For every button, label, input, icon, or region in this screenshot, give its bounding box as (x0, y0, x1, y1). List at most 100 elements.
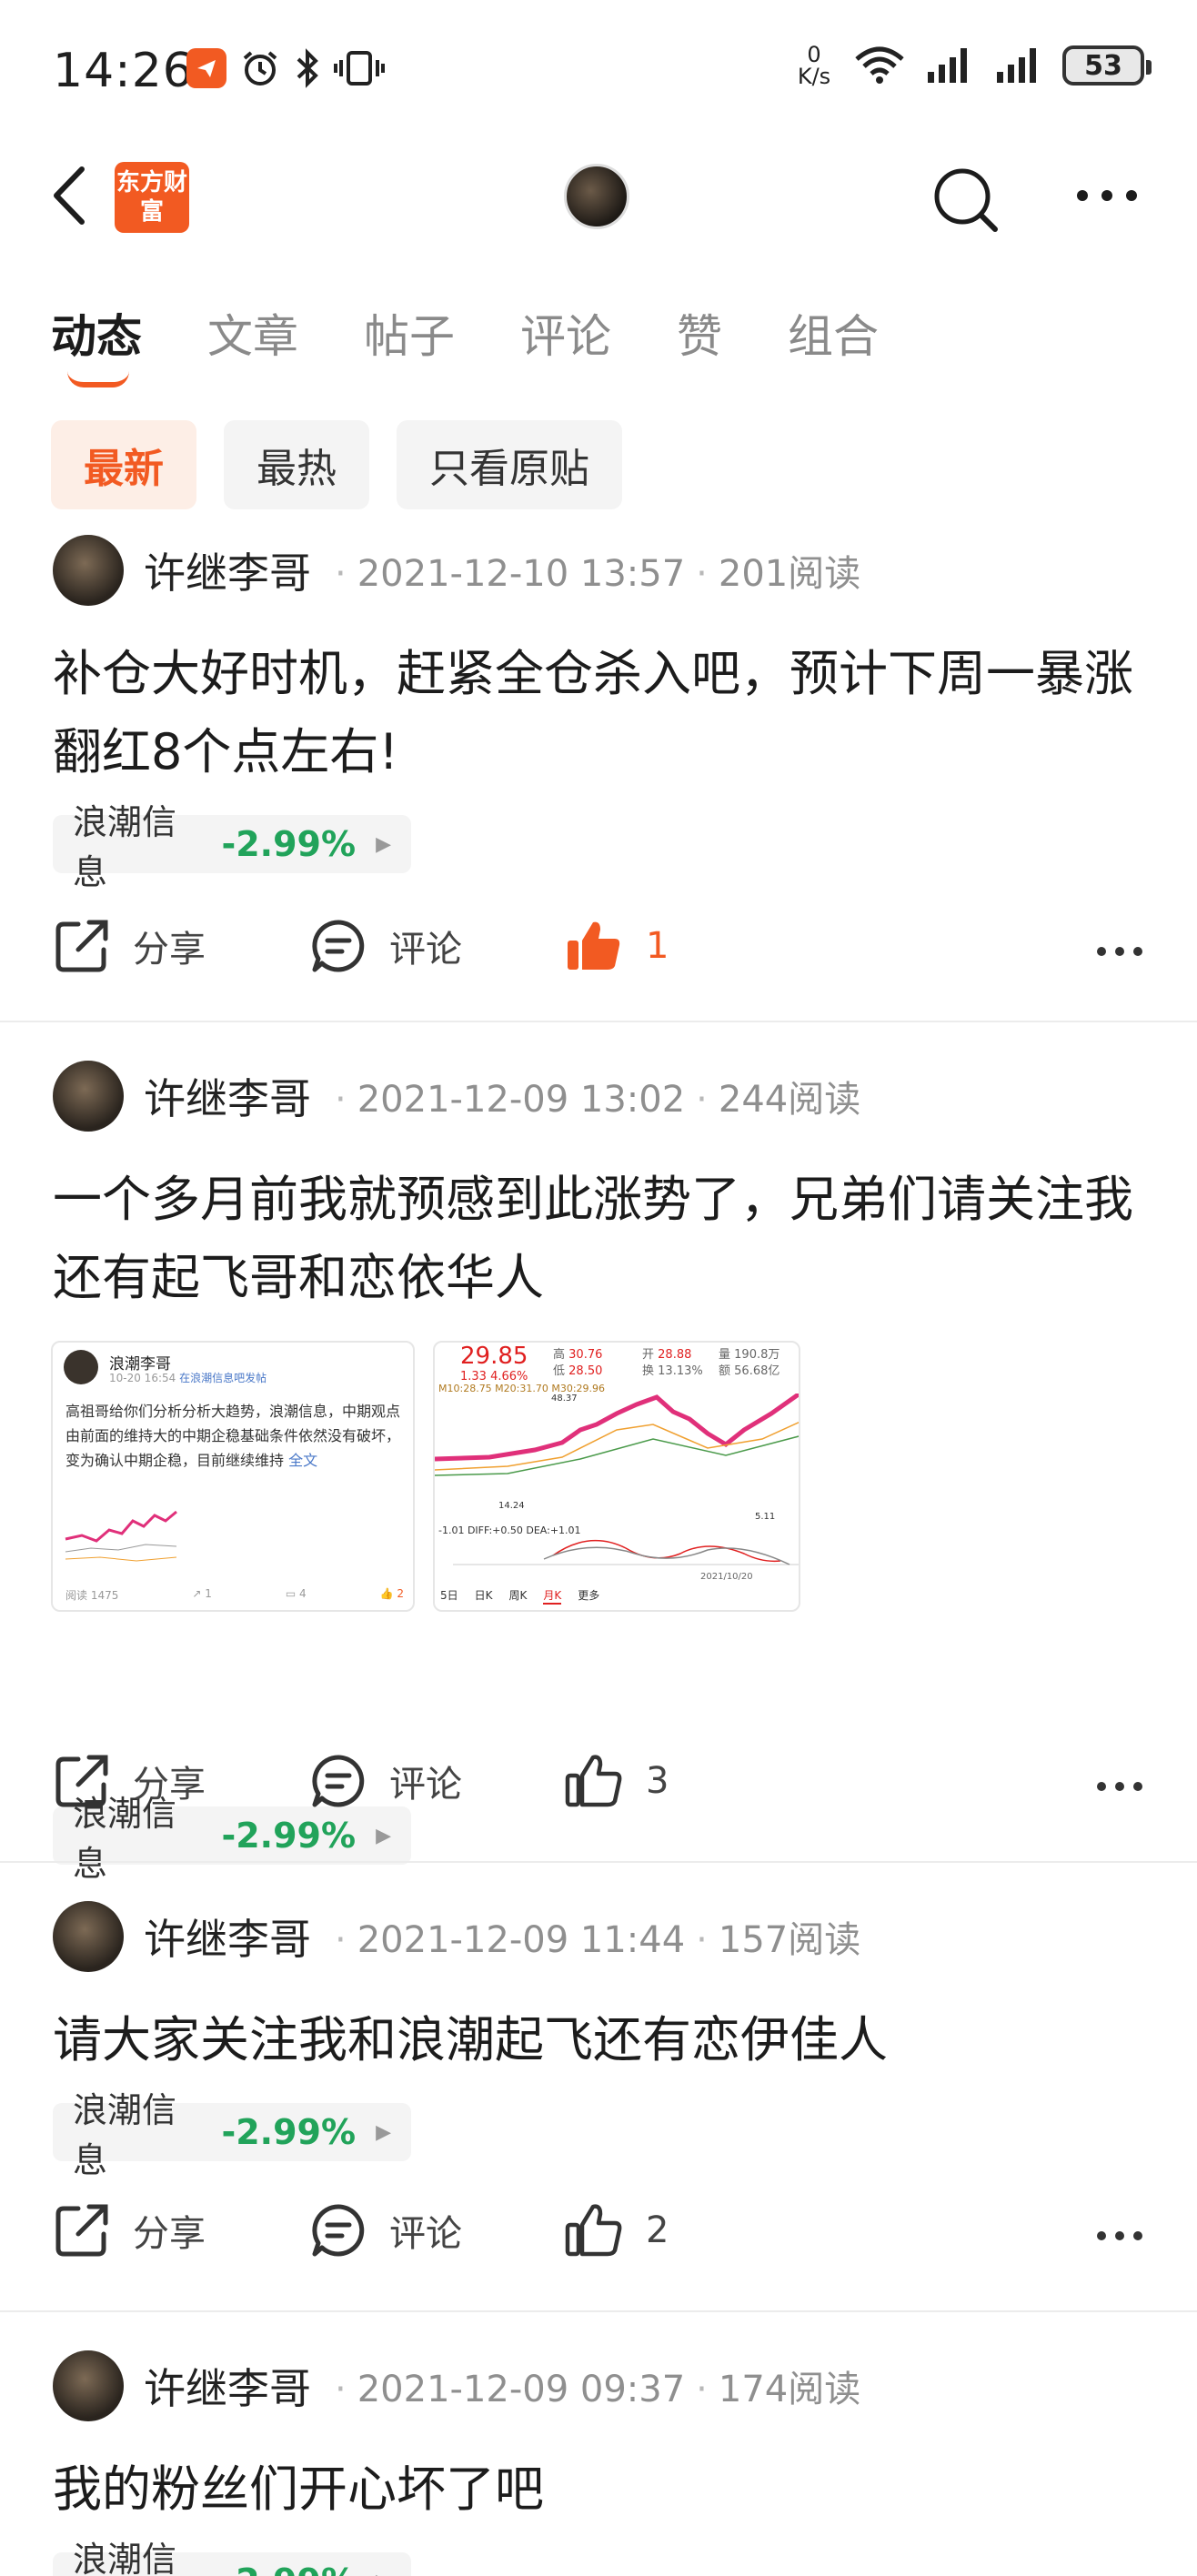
quote-turnover-label: 换 (642, 1364, 655, 1378)
eastmoney-logo[interactable]: 东方财富 (115, 162, 189, 233)
read-count: 174阅读 (718, 2369, 861, 2410)
post-author-row: 许继李哥 · 2021-12-09 09:37 · 174阅读 (53, 2350, 860, 2421)
filter-latest[interactable]: 最新 (51, 420, 196, 509)
author-name[interactable]: 许继李哥 (144, 540, 311, 600)
share-label: 分享 (133, 2213, 206, 2255)
stock-tag[interactable]: 浪潮信息 -2.99% ▶ (53, 2540, 411, 2576)
tab-posts[interactable]: 帖子 (364, 300, 455, 366)
author-name[interactable]: 许继李哥 (144, 1066, 311, 1126)
like-count: 3 (646, 1760, 669, 1802)
net-speed-value: 0 (807, 42, 821, 67)
back-icon[interactable] (51, 166, 87, 226)
tab-articles[interactable]: 文章 (207, 300, 298, 366)
profile-tabs: 动态 文章 帖子 评论 赞 组合 (51, 300, 879, 387)
filter-original-only[interactable]: 只看原贴 (397, 420, 622, 509)
post-card: 许继李哥 · 2021-12-10 13:57 · 201阅读 补仓大好时机，赶紧全仓… (0, 535, 1197, 1022)
like-count: 1 (646, 925, 669, 967)
avatar[interactable] (53, 1061, 124, 1132)
stock-tag[interactable]: 浪潮信息 -2.99% ▶ (53, 802, 411, 892)
read-count: 244阅读 (718, 1079, 861, 1121)
comment-label: 评论 (389, 929, 462, 971)
post-more-icon[interactable] (1095, 2229, 1144, 2243)
like-button[interactable]: 1 (564, 917, 669, 975)
image-thumbnail-chart[interactable]: 29.85 1.33 4.66% 高 30.76 低 28.50 开 28.88… (433, 1341, 800, 1612)
comment-button[interactable]: 评论 (309, 917, 462, 975)
post-content[interactable]: 请大家关注我和浪潮起飞还有恋伊佳人 (53, 2001, 1153, 2079)
tab-dynamic[interactable]: 动态 (51, 300, 142, 387)
post-author-row: 许继李哥 · 2021-12-09 13:02 · 244阅读 (53, 1061, 860, 1132)
bluetooth-icon (297, 48, 318, 88)
like-button[interactable]: 2 (564, 2201, 669, 2259)
net-speed-unit: K/s (797, 64, 831, 89)
share-icon (55, 920, 108, 972)
quote-low-value: 28.50 (568, 1364, 603, 1378)
post-more-icon[interactable] (1095, 944, 1144, 959)
post-content[interactable]: 补仓大好时机，赶紧全仓杀入吧，预计下周一暴涨翻红8个点左右! (53, 635, 1153, 791)
comment-button[interactable]: 评论 (309, 2201, 462, 2259)
thumb-comments: ▭ 4 (285, 1587, 307, 1600)
tab-likes[interactable]: 赞 (677, 300, 722, 366)
stock-change: -2.99% (221, 2112, 357, 2152)
divider (0, 1021, 1197, 1022)
quote-open-value: 28.88 (658, 1348, 692, 1362)
like-button[interactable]: 3 (564, 1752, 669, 1810)
divider (0, 2310, 1197, 2312)
avatar[interactable] (53, 1901, 124, 1972)
header-avatar[interactable] (564, 164, 629, 229)
comment-icon (312, 2204, 365, 2257)
thumb-avatar (64, 1350, 98, 1384)
thumbs-up-icon (565, 1755, 622, 1807)
thumb-full-link: 全文 (288, 1452, 318, 1469)
comment-button[interactable]: 评论 (309, 1752, 462, 1810)
quote-turnover: 换 13.13% (642, 1361, 703, 1378)
comment-label: 评论 (389, 1764, 462, 1806)
tab-comments[interactable]: 评论 (520, 300, 611, 366)
image-thumbnail-post[interactable]: 浪潮李哥 10-20 16:54 在浪潮信息吧发帖 高祖哥给你们分析分析大趋势，… (51, 1341, 415, 1612)
stock-tag[interactable]: 浪潮信息 -2.99% ▶ (53, 2090, 411, 2180)
play-arrow-icon: ▶ (376, 2120, 391, 2144)
quote-turnover-value: 13.13% (658, 1364, 703, 1378)
post-content[interactable]: 我的粉丝们开心坏了吧 (53, 2450, 1153, 2529)
share-button[interactable]: 分享 (53, 1752, 206, 1810)
search-icon[interactable] (931, 166, 1001, 235)
thumbs-up-filled-icon (568, 921, 620, 970)
quote-high-value: 30.76 (568, 1348, 603, 1362)
wifi-icon (855, 46, 904, 84)
post-content[interactable]: 一个多月前我就预感到此涨势了，兄弟们请关注我还有起飞哥和恋依华人 (53, 1161, 1153, 1317)
comment-icon (312, 920, 365, 972)
signal-icon-1 (928, 48, 967, 83)
more-icon[interactable] (1075, 182, 1139, 209)
stock-change: -2.99% (221, 2561, 356, 2576)
period-month: 月K (543, 1587, 562, 1605)
quote-volume-value: 190.8万 (734, 1348, 780, 1362)
quote-low-label: 低 (553, 1364, 566, 1378)
top-header: 东方财富 (0, 146, 1197, 246)
status-time: 14:26 (53, 44, 194, 98)
share-button[interactable]: 分享 (53, 917, 206, 975)
filter-hottest[interactable]: 最热 (224, 420, 369, 509)
post-more-icon[interactable] (1095, 1779, 1144, 1794)
quote-change: 1.33 4.66% (460, 1370, 528, 1384)
status-left-icons (186, 47, 385, 89)
avatar[interactable] (53, 535, 124, 606)
quote-amount-value: 56.68亿 (734, 1364, 780, 1378)
period-5day: 5日 (440, 1589, 458, 1602)
author-name[interactable]: 许继李哥 (144, 1907, 311, 1967)
net-speed: 0 K/s (793, 44, 835, 87)
thumb-sub-time: 10-20 16:54 (109, 1372, 176, 1384)
thumb-mini-chart (65, 1510, 177, 1562)
post-card: 许继李哥 · 2021-12-09 09:37 · 174阅读 我的粉丝们开心坏了吧 … (0, 2350, 1197, 2576)
share-button[interactable]: 分享 (53, 2201, 206, 2259)
comment-label: 评论 (389, 2213, 462, 2255)
thumbs-up-icon (565, 2204, 622, 2257)
vibrate-icon (334, 51, 385, 86)
thumb-footer: 阅读 1475 ↗ 1 ▭ 4 👍 2 (65, 1587, 404, 1603)
thumb-comments-count: 4 (298, 1587, 307, 1600)
author-name[interactable]: 许继李哥 (144, 2356, 311, 2416)
quote-amount: 额 56.68亿 (719, 1361, 780, 1378)
tab-portfolios[interactable]: 组合 (788, 300, 879, 366)
post-meta: · 2021-12-09 09:37 · 174阅读 (335, 2369, 861, 2410)
avatar[interactable] (53, 2350, 124, 2421)
stock-name: 浪潮信息 (73, 2540, 177, 2576)
post-meta: · 2021-12-10 13:57 · 201阅读 (335, 553, 861, 595)
